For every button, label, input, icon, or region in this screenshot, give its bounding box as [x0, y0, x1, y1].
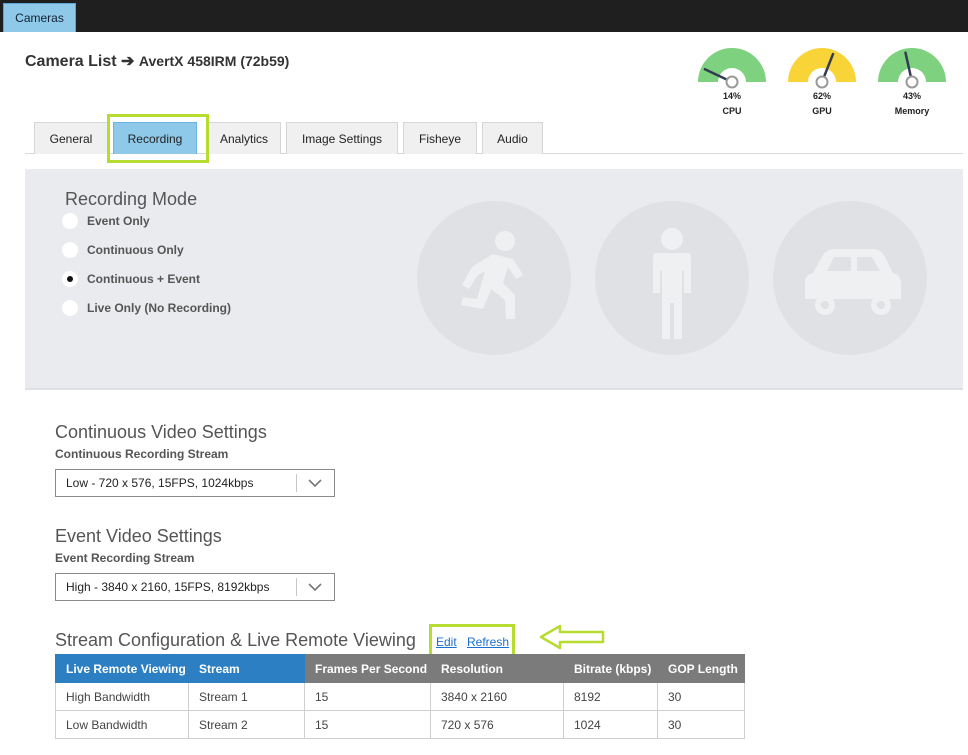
table-cell: 15	[304, 710, 431, 739]
column-header: Stream	[188, 654, 305, 683]
continuous-stream-label: Continuous Recording Stream	[55, 447, 229, 461]
refresh-link[interactable]: Refresh	[467, 635, 509, 649]
select-divider	[296, 578, 297, 596]
table-cell: Stream 1	[188, 682, 305, 711]
table-cell: 15	[304, 682, 431, 711]
stream-config-title: Stream Configuration & Live Remote Viewi…	[55, 630, 416, 650]
event-stream-label: Event Recording Stream	[55, 551, 195, 565]
gauge-percent: 62%	[812, 91, 831, 101]
memory-gauge: 43% Memory	[876, 46, 948, 118]
event-video-title: Event Video Settings	[55, 526, 222, 546]
table-cell: 8192	[563, 682, 658, 711]
settings-tabs: General Recording Analytics Image Settin…	[25, 122, 963, 154]
radio-label: Event Only	[87, 214, 150, 228]
standing-person-icon	[595, 201, 749, 355]
gauge-percent: 43%	[902, 91, 921, 101]
gauge-hub	[905, 75, 919, 89]
gpu-gauge: 62% GPU	[786, 46, 858, 118]
select-divider	[296, 474, 297, 492]
table-header-row: Live Remote Viewing Stream Frames Per Se…	[55, 654, 745, 683]
table-cell: Low Bandwidth	[55, 710, 189, 739]
tab-analytics[interactable]: Analytics	[207, 122, 281, 154]
cpu-gauge: 14% CPU	[696, 46, 768, 118]
table-cell: High Bandwidth	[55, 682, 189, 711]
gauge-label: CPU	[722, 106, 742, 116]
table-row[interactable]: High Bandwidth Stream 1 15 3840 x 2160 8…	[55, 682, 745, 711]
car-icon	[773, 201, 927, 355]
radio-label: Continuous Only	[87, 243, 184, 257]
gauge-dial	[878, 48, 946, 89]
radio-label: Live Only (No Recording)	[87, 301, 232, 315]
breadcrumb-root[interactable]: Camera List	[25, 53, 117, 70]
recording-mode-title: Recording Mode	[65, 189, 198, 209]
running-person-icon	[417, 201, 571, 355]
page-title: Camera List ➔ AvertX 458IRM (72b59)	[25, 51, 289, 71]
column-header: Live Remote Viewing	[55, 654, 189, 683]
edit-link[interactable]: Edit	[436, 635, 457, 649]
continuous-stream-select[interactable]: Low - 720 x 576, 15FPS, 1024kbps	[55, 469, 335, 497]
table-cell: Stream 2	[188, 710, 305, 739]
gauge-dial	[788, 48, 856, 89]
tab-recording[interactable]: Recording	[113, 122, 197, 154]
table-cell: 3840 x 2160	[430, 682, 564, 711]
arrow-left-icon	[539, 624, 605, 650]
stream-config-table: Live Remote Viewing Stream Frames Per Se…	[55, 654, 745, 739]
gauge-label: GPU	[812, 106, 832, 116]
gauge-label: Memory	[894, 106, 930, 116]
radio-continuous-event[interactable]: Continuous + Event	[62, 270, 200, 288]
recording-mode-panel: Recording Mode Event Only Continuous Onl…	[25, 169, 963, 390]
gauge-dial	[698, 48, 766, 89]
column-header: Resolution	[430, 654, 564, 683]
column-header: Bitrate (kbps)	[563, 654, 658, 683]
gauge-percent: 14%	[722, 91, 741, 101]
radio-label: Continuous + Event	[87, 272, 201, 286]
continuous-video-title: Continuous Video Settings	[55, 422, 267, 442]
radio-event-only[interactable]: Event Only	[62, 212, 150, 230]
column-header: Frames Per Second	[304, 654, 431, 683]
radio-button[interactable]	[62, 213, 78, 229]
table-cell: 30	[657, 710, 745, 739]
table-cell: 720 x 576	[430, 710, 564, 739]
tab-image-settings[interactable]: Image Settings	[286, 122, 398, 154]
table-cell: 30	[657, 682, 745, 711]
table-cell: 1024	[563, 710, 658, 739]
top-bar: Cameras	[0, 0, 968, 32]
select-value: High - 3840 x 2160, 15FPS, 8192kbps	[66, 580, 270, 594]
chevron-down-icon[interactable]	[307, 476, 323, 490]
radio-continuous-only[interactable]: Continuous Only	[62, 241, 184, 259]
gauge-hub	[815, 75, 829, 89]
breadcrumb-separator: ➔	[121, 53, 135, 70]
gauge-hub	[725, 75, 739, 89]
chevron-down-icon[interactable]	[307, 580, 323, 594]
breadcrumb-current: AvertX 458IRM (72b59)	[138, 53, 290, 69]
radio-button[interactable]	[62, 242, 78, 258]
radio-button[interactable]	[62, 300, 78, 316]
cameras-tab[interactable]: Cameras	[3, 3, 76, 32]
tab-general[interactable]: General	[34, 122, 108, 154]
table-row[interactable]: Low Bandwidth Stream 2 15 720 x 576 1024…	[55, 710, 745, 739]
column-header: GOP Length	[657, 654, 745, 683]
radio-button[interactable]	[62, 271, 78, 287]
radio-live-only[interactable]: Live Only (No Recording)	[62, 299, 231, 317]
tab-audio[interactable]: Audio	[482, 122, 543, 154]
select-value: Low - 720 x 576, 15FPS, 1024kbps	[66, 476, 254, 490]
event-stream-select[interactable]: High - 3840 x 2160, 15FPS, 8192kbps	[55, 573, 335, 601]
tab-fisheye[interactable]: Fisheye	[403, 122, 477, 154]
